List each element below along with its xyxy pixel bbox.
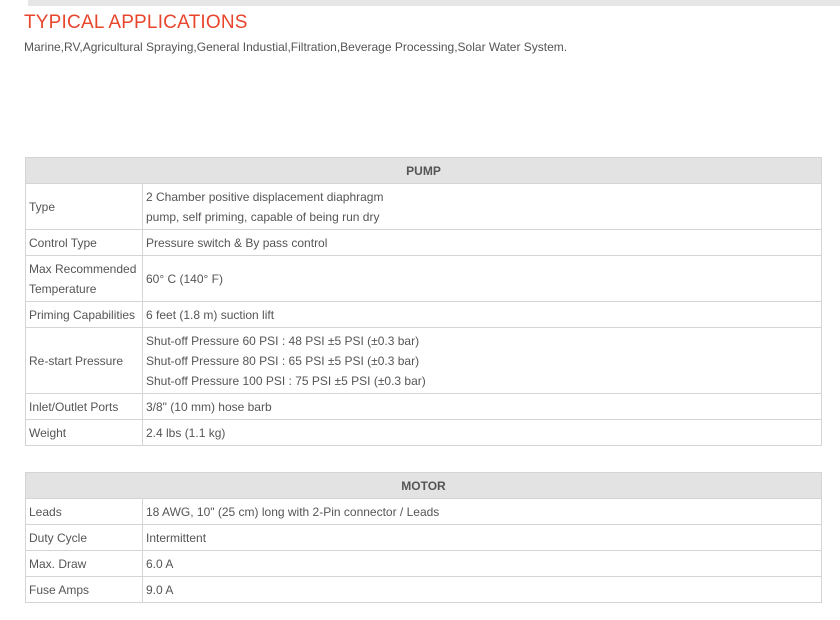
table-row: Weight 2.4 lbs (1.1 kg) <box>25 419 822 446</box>
row-label: Leads <box>25 498 143 525</box>
pump-header-row: PUMP <box>25 157 822 184</box>
row-value-line: Shut-off Pressure 80 PSI : 65 PSI ±5 PSI… <box>146 353 420 368</box>
row-label-line: Max. Draw <box>29 556 87 571</box>
row-value-line: Shut-off Pressure 60 PSI : 48 PSI ±5 PSI… <box>146 333 420 348</box>
row-label: Inlet/Outlet Ports <box>25 393 143 420</box>
table-row: Duty Cycle Intermittent <box>25 524 822 551</box>
table-row: Leads 18 AWG, 10" (25 cm) long with 2-Pi… <box>25 498 822 525</box>
row-label: Type <box>25 183 143 230</box>
row-value-line: 6 feet (1.8 m) suction lift <box>146 307 275 322</box>
row-label-line: Fuse Amps <box>29 582 90 597</box>
pump-spec-table: PUMP Type 2 Chamber positive displacemen… <box>25 157 822 446</box>
row-label: Priming Capabilities <box>25 301 143 328</box>
table-row: Max. Draw 6.0 A <box>25 550 822 577</box>
row-value-line: 18 AWG, 10" (25 cm) long with 2-Pin conn… <box>146 504 440 519</box>
row-value-line: Pressure switch & By pass control <box>146 235 328 250</box>
row-value-line: pump, self priming, capable of being run… <box>146 209 380 224</box>
row-label: Duty Cycle <box>25 524 143 551</box>
row-label-line: Duty Cycle <box>29 530 88 545</box>
row-value-line: 2 Chamber positive displacement diaphrag… <box>146 189 384 204</box>
pump-heading: PUMP <box>25 157 822 184</box>
motor-header-row: MOTOR <box>25 472 822 499</box>
row-value: 9.0 A <box>142 576 822 603</box>
row-value-line: 6.0 A <box>146 556 174 571</box>
row-label-line: Type <box>29 199 56 214</box>
row-value-line: 3/8" (10 mm) hose barb <box>146 399 272 414</box>
row-value: Pressure switch & By pass control <box>142 229 822 256</box>
row-label-line: Control Type <box>29 235 97 250</box>
row-label-line: Temperature <box>29 281 97 296</box>
table-row: Inlet/Outlet Ports 3/8" (10 mm) hose bar… <box>25 393 822 420</box>
table-row: Control Type Pressure switch & By pass c… <box>25 229 822 256</box>
row-label-line: Re-start Pressure <box>29 353 124 368</box>
table-row: Re-start Pressure Shut-off Pressure 60 P… <box>25 327 822 394</box>
motor-spec-table: MOTOR Leads 18 AWG, 10" (25 cm) long wit… <box>25 472 822 603</box>
row-label-line: Leads <box>29 504 62 519</box>
row-value: 2 Chamber positive displacement diaphrag… <box>142 183 822 230</box>
row-label: Fuse Amps <box>25 576 143 603</box>
row-value: 6 feet (1.8 m) suction lift <box>142 301 822 328</box>
row-value-line: 9.0 A <box>146 582 174 597</box>
top-divider-bar <box>28 0 840 6</box>
applications-text: Marine,RV,Agricultural Spraying,General … <box>24 40 568 54</box>
row-value: 2.4 lbs (1.1 kg) <box>142 419 822 446</box>
row-label-line: Max Recommended <box>29 261 137 276</box>
row-label-line: Priming Capabilities <box>29 307 136 322</box>
motor-heading: MOTOR <box>25 472 822 499</box>
row-value-line: 60° C (140° F) <box>146 271 223 286</box>
row-value-line: Shut-off Pressure 100 PSI : 75 PSI ±5 PS… <box>146 373 426 388</box>
table-row: Priming Capabilities 6 feet (1.8 m) suct… <box>25 301 822 328</box>
row-value: 6.0 A <box>142 550 822 577</box>
row-value-line: 2.4 lbs (1.1 kg) <box>146 425 226 440</box>
row-value: 60° C (140° F) <box>142 255 822 302</box>
table-row: Type 2 Chamber positive displacement dia… <box>25 183 822 230</box>
row-label: Control Type <box>25 229 143 256</box>
row-label: Weight <box>25 419 143 446</box>
row-label-line: Weight <box>29 425 67 440</box>
table-row: Fuse Amps 9.0 A <box>25 576 822 603</box>
row-value: Shut-off Pressure 60 PSI : 48 PSI ±5 PSI… <box>142 327 822 394</box>
row-label: Max Recommended Temperature <box>25 255 143 302</box>
row-value: Intermittent <box>142 524 822 551</box>
row-value: 3/8" (10 mm) hose barb <box>142 393 822 420</box>
row-label-line: Inlet/Outlet Ports <box>29 399 119 414</box>
row-value: 18 AWG, 10" (25 cm) long with 2-Pin conn… <box>142 498 822 525</box>
row-label: Max. Draw <box>25 550 143 577</box>
row-value-line: Intermittent <box>146 530 207 545</box>
row-label: Re-start Pressure <box>25 327 143 394</box>
section-title: TYPICAL APPLICATIONS <box>24 12 248 33</box>
table-row: Max Recommended Temperature 60° C (140° … <box>25 255 822 302</box>
